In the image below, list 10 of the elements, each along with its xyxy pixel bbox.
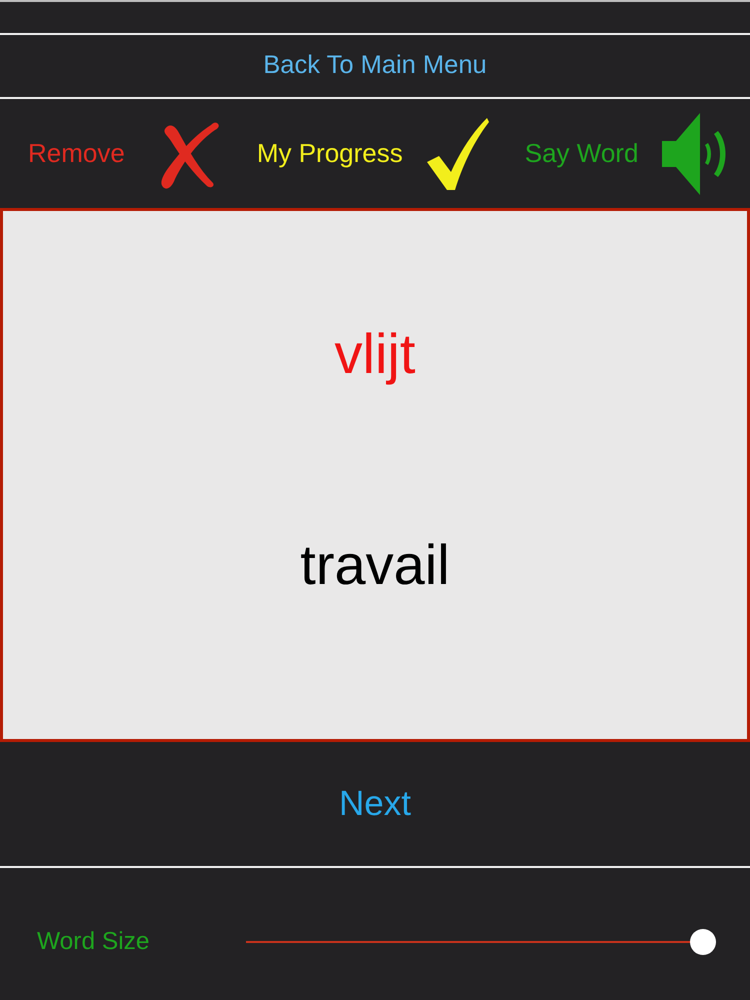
word-size-label: Word Size: [37, 928, 151, 956]
slider-thumb[interactable]: [690, 929, 716, 955]
next-button[interactable]: Next: [339, 784, 411, 824]
checkmark-icon: [426, 118, 489, 190]
say-word-button[interactable]: Say Word: [524, 112, 734, 194]
back-to-menu-button[interactable]: Back To Main Menu: [263, 51, 487, 81]
remove-button[interactable]: Remove: [28, 116, 221, 190]
progress-button[interactable]: My Progress: [256, 118, 489, 190]
foreign-word: vlijt: [334, 321, 416, 387]
translation-word: travail: [300, 532, 450, 598]
